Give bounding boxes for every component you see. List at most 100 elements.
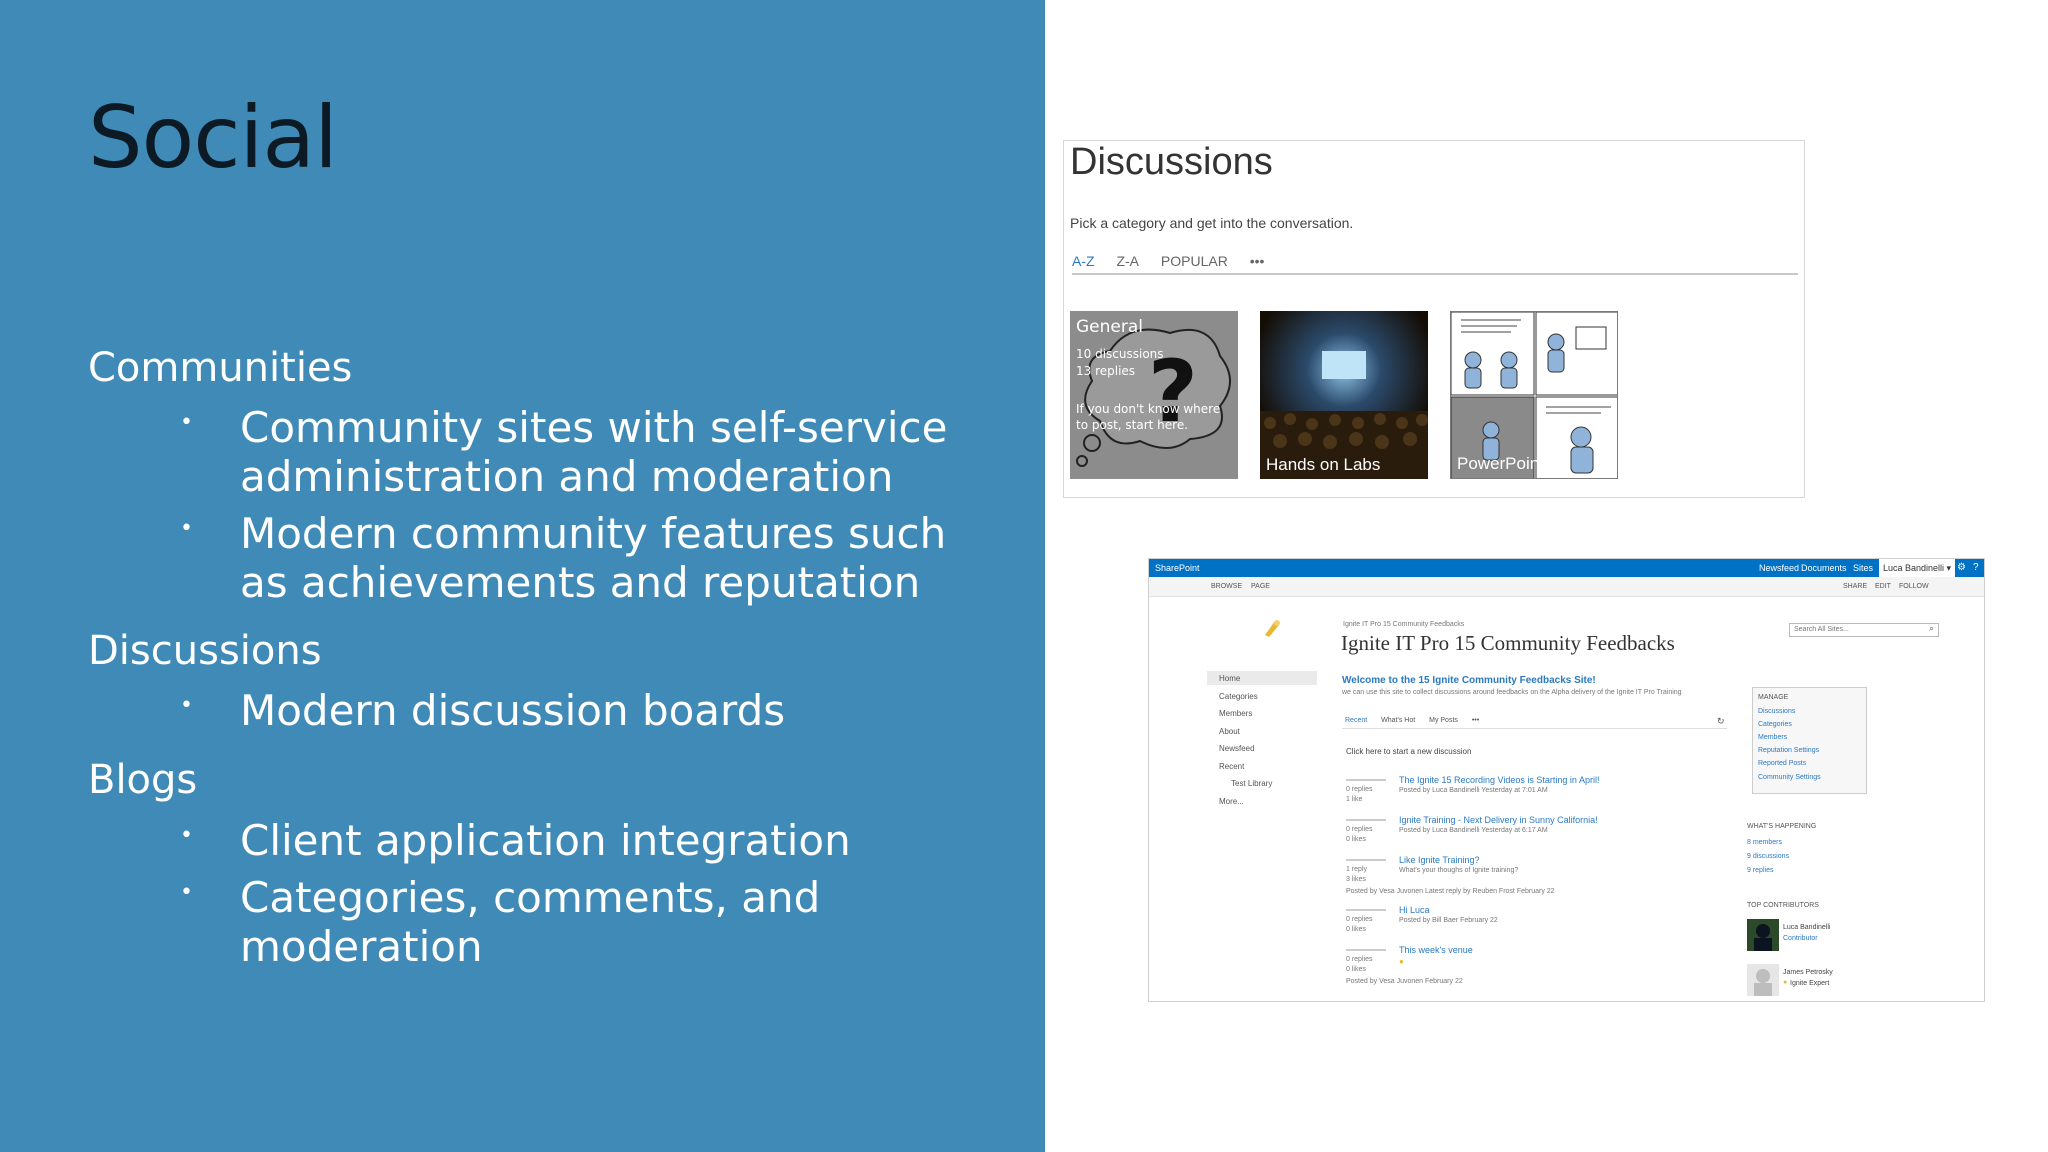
tile-discussion-count: 10 discussions xyxy=(1076,347,1164,361)
badge-icon: ● xyxy=(1783,979,1788,986)
nav-item-members[interactable]: Members xyxy=(1219,709,1252,718)
top-link-documents[interactable]: Documents xyxy=(1801,563,1847,573)
bullet-text: Categories, comments, and moderation xyxy=(240,873,821,971)
share-button[interactable]: SHARE xyxy=(1843,583,1867,590)
follow-button[interactable]: FOLLOW xyxy=(1899,583,1929,590)
category-tile-powerpoints[interactable]: PowerPoints xyxy=(1450,311,1618,479)
post-likes: 0 likes xyxy=(1346,926,1366,933)
feed-tab-recent[interactable]: Recent xyxy=(1345,717,1367,724)
star-icon: ● xyxy=(1399,957,1404,966)
ribbon-tab-page[interactable]: PAGE xyxy=(1251,583,1270,590)
avatar[interactable] xyxy=(1747,919,1779,951)
sharepoint-community-screenshot: SharePoint Newsfeed Documents Sites Luca… xyxy=(1148,558,1985,1002)
tile-reply-count: 13 replies xyxy=(1076,364,1136,378)
whats-happening-heading: WHAT'S HAPPENING xyxy=(1747,823,1817,830)
discussions-title: Discussions xyxy=(1070,141,1273,183)
edit-button[interactable]: EDIT xyxy=(1875,583,1891,590)
top-link-sites[interactable]: Sites xyxy=(1853,563,1873,573)
post-title[interactable]: Hi Luca xyxy=(1399,905,1430,915)
feed-tab-my-posts[interactable]: My Posts xyxy=(1429,717,1458,724)
tab-a-z[interactable]: A-Z xyxy=(1072,253,1095,269)
site-title: Ignite IT Pro 15 Community Feedbacks xyxy=(1341,631,1675,655)
suite-bar: SharePoint Newsfeed Documents Sites Luca… xyxy=(1149,559,1984,577)
feed-tab-more[interactable]: ••• xyxy=(1472,717,1479,724)
breadcrumb[interactable]: Ignite IT Pro 15 Community Feedbacks xyxy=(1343,621,1464,628)
bullet-dot: • xyxy=(180,693,193,718)
site-logo-icon xyxy=(1265,620,1280,637)
category-tile-general[interactable]: ? General 10 discussions 13 replies If y… xyxy=(1070,311,1238,479)
bullet-dot: • xyxy=(180,823,193,848)
nav-item-home[interactable]: Home xyxy=(1219,674,1240,683)
avatar[interactable] xyxy=(1747,964,1779,996)
post-meta: Posted by Luca Bandinelli Yesterday at 7… xyxy=(1399,787,1548,794)
user-menu[interactable]: Luca Bandinelli ▾ xyxy=(1879,559,1956,577)
post-title[interactable]: The Ignite 15 Recording Videos is Starti… xyxy=(1399,775,1599,785)
manage-link-members[interactable]: Members xyxy=(1758,734,1787,741)
section-heading-discussions: Discussions xyxy=(88,628,322,674)
manage-link-community-settings[interactable]: Community Settings xyxy=(1758,774,1821,781)
manage-panel: MANAGE Discussions Categories Members Re… xyxy=(1752,687,1867,794)
contributor-role: Ignite Expert xyxy=(1790,980,1830,987)
stat-discussions[interactable]: 9 discussions xyxy=(1747,853,1789,860)
post-progress-line xyxy=(1346,819,1386,821)
nav-item-recent[interactable]: Recent xyxy=(1219,762,1244,771)
welcome-heading: Welcome to the 15 Ignite Community Feedb… xyxy=(1342,675,1596,686)
section-heading-blogs: Blogs xyxy=(88,757,198,803)
post-likes: 1 like xyxy=(1346,796,1363,803)
post-progress-line xyxy=(1346,949,1386,951)
post-progress-line xyxy=(1346,909,1386,911)
nav-item-more[interactable]: More... xyxy=(1219,797,1244,806)
nav-item-newsfeed[interactable]: Newsfeed xyxy=(1219,744,1255,753)
tab-popular[interactable]: POPULAR xyxy=(1161,253,1228,269)
stat-members[interactable]: 8 members xyxy=(1747,839,1782,846)
post-replies: 0 replies xyxy=(1346,956,1373,963)
discussions-screenshot: Discussions Pick a category and get into… xyxy=(1063,140,1805,498)
feed-tab-whats-hot[interactable]: What's Hot xyxy=(1381,717,1415,724)
discussions-sort-tabs: A-Z Z-A POPULAR ••• xyxy=(1072,253,1798,275)
gear-icon[interactable]: ⚙ xyxy=(1957,562,1966,573)
bullet-text: Community sites with self-service admini… xyxy=(240,403,948,501)
manage-link-categories[interactable]: Categories xyxy=(1758,721,1792,728)
contributor-name[interactable]: Luca Bandinelli xyxy=(1783,924,1830,931)
category-tile-hands-on-labs[interactable]: Hands on Labs xyxy=(1260,311,1428,479)
nav-item-test-library[interactable]: Test Library xyxy=(1231,779,1272,788)
post-title[interactable]: This week's venue xyxy=(1399,945,1473,955)
post-title[interactable]: Like Ignite Training? xyxy=(1399,855,1480,865)
ribbon-tab-browse[interactable]: BROWSE xyxy=(1211,583,1242,590)
tab-more[interactable]: ••• xyxy=(1250,253,1265,269)
post-replies: 0 replies xyxy=(1346,826,1373,833)
top-link-newsfeed[interactable]: Newsfeed xyxy=(1759,563,1799,573)
section-heading-communities: Communities xyxy=(88,345,353,391)
post-meta: Posted by Vesa Juvonen Latest reply by R… xyxy=(1346,888,1555,895)
tab-z-a[interactable]: Z-A xyxy=(1116,253,1139,269)
search-input[interactable]: Search All Sites... xyxy=(1789,623,1939,637)
post-progress-line xyxy=(1346,779,1386,781)
bullet-text: Client application integration xyxy=(240,816,851,865)
conference-photo xyxy=(1260,311,1428,479)
post-replies: 0 replies xyxy=(1346,916,1373,923)
post-likes: 0 likes xyxy=(1346,966,1366,973)
post-title[interactable]: Ignite Training - Next Delivery in Sunny… xyxy=(1399,815,1598,825)
stat-replies[interactable]: 9 replies xyxy=(1747,867,1773,874)
manage-link-discussions[interactable]: Discussions xyxy=(1758,708,1795,715)
manage-link-reputation-settings[interactable]: Reputation Settings xyxy=(1758,747,1819,754)
welcome-description: we can use this site to collect discussi… xyxy=(1342,689,1682,696)
contributor-role: Contributor xyxy=(1783,935,1818,942)
post-progress-line xyxy=(1346,859,1386,861)
bullet-dot: • xyxy=(180,410,193,435)
tile-note: If you don't know where to post, start h… xyxy=(1076,402,1221,432)
nav-item-about[interactable]: About xyxy=(1219,727,1240,736)
brand-label: SharePoint xyxy=(1155,563,1200,573)
new-discussion-link[interactable]: Click here to start a new discussion xyxy=(1346,747,1471,756)
search-icon[interactable]: ⌕ xyxy=(1929,623,1934,634)
top-contributors-heading: TOP CONTRIBUTORS xyxy=(1747,902,1819,909)
tile-label: PowerPoints xyxy=(1457,454,1553,473)
refresh-icon[interactable]: ↻ xyxy=(1717,716,1725,727)
nav-item-categories[interactable]: Categories xyxy=(1219,692,1258,701)
contributor-name[interactable]: James Petrosky xyxy=(1783,969,1833,976)
bullet-text: Modern community features such as achiev… xyxy=(240,509,947,607)
help-icon[interactable]: ? xyxy=(1973,562,1979,573)
manage-link-reported-posts[interactable]: Reported Posts xyxy=(1758,760,1806,767)
tile-label: General xyxy=(1076,317,1143,337)
post-meta: Posted by Bill Baer February 22 xyxy=(1399,917,1498,924)
